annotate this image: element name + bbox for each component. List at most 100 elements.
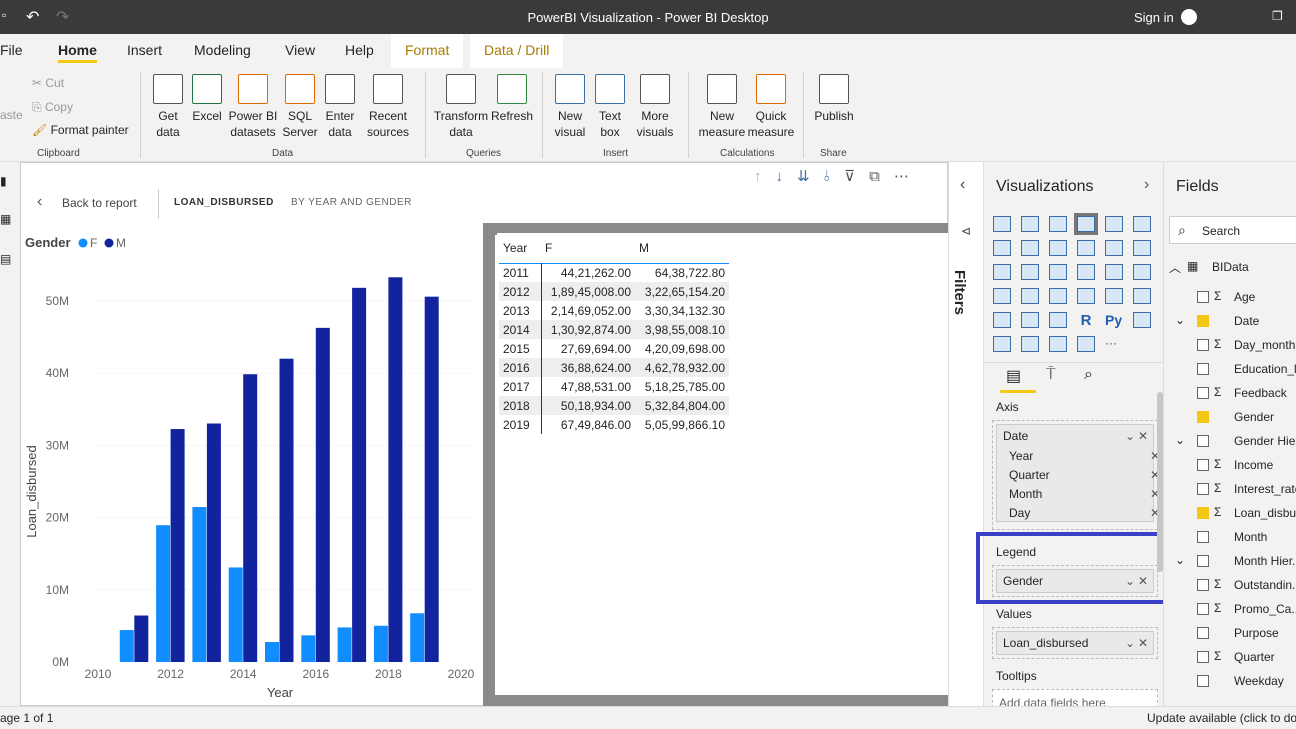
axis-subfield[interactable]: Day ✕ [1009,504,1160,523]
analytics-icon[interactable]: ⌕ [1084,366,1093,384]
filters-pane-collapsed[interactable]: ‹ ⊲ Filters [948,162,983,706]
area-icon[interactable] [1021,240,1039,256]
back-arrow-icon[interactable]: ‹ [37,193,42,211]
field-item[interactable]: ΣLoan_disbu... [1164,502,1296,526]
field-checkbox[interactable] [1197,411,1209,423]
slicer-icon[interactable] [993,312,1011,328]
stacked-bar-icon[interactable] [993,216,1011,232]
matrix-icon[interactable] [1049,312,1067,328]
field-checkbox[interactable] [1197,315,1209,327]
values-field-loan-disbursed[interactable]: Loan_disbursed ⌄ ✕ [996,631,1154,655]
tab-data-drill[interactable]: Data / Drill [470,34,564,68]
chevron-right-icon[interactable]: › [1144,176,1149,194]
transform-data-button[interactable]: Transform data [432,74,490,140]
drill-up-icon[interactable]: ↑ [754,168,776,185]
line-icon[interactable] [993,240,1011,256]
waterfall-icon[interactable] [993,264,1011,280]
chevron-down-icon[interactable]: ⌄ [1125,570,1135,592]
100-column-icon[interactable] [1133,216,1151,232]
field-item[interactable]: Σ Day_month [1164,334,1296,358]
line-clustered-icon[interactable] [1105,240,1123,256]
pie-icon[interactable] [1077,264,1095,280]
field-checkbox[interactable] [1197,555,1209,567]
column-header-f[interactable]: F [541,233,635,263]
field-checkbox[interactable] [1197,459,1209,471]
field-checkbox[interactable] [1197,651,1209,663]
report-view-icon[interactable]: ▮ [0,174,7,188]
legend-field-gender[interactable]: Gender ⌄ ✕ [996,569,1154,593]
chevron-up-icon[interactable]: ︿ [1169,259,1181,276]
more-icon[interactable]: ··· [1105,336,1123,352]
axis-field-date[interactable]: Date ⌄ ✕ Year ✕ Quarter ✕ Month ✕ Day ✕ [996,424,1160,522]
tab-file[interactable]: File [0,42,23,58]
field-checkbox[interactable] [1197,627,1209,639]
column-header-m[interactable]: M [635,233,729,263]
new-measure-button[interactable]: New measure [698,74,746,140]
ribbon-icon[interactable] [1133,240,1151,256]
cut-button[interactable]: ✂ Cut [32,76,64,90]
legend-well[interactable]: Gender ⌄ ✕ [992,565,1158,597]
refresh-button[interactable]: Refresh [490,74,534,124]
python-visual-icon[interactable]: Py [1105,312,1123,328]
card-icon[interactable] [1077,288,1095,304]
field-checkbox[interactable] [1197,435,1209,447]
field-checkbox[interactable] [1197,291,1209,303]
back-to-report-button[interactable]: Back to report [62,196,137,210]
field-item[interactable]: Σ Interest_rate [1164,478,1296,502]
power-bi-datasets-button[interactable]: Power BI datasets [227,74,279,140]
expand-all-icon[interactable]: ⫰ [824,168,845,185]
field-item[interactable]: Σ Age [1164,286,1296,310]
field-item[interactable]: Σ Promo_Ca... [1164,598,1296,622]
tab-insert[interactable]: Insert [127,42,162,58]
field-table-bidata[interactable]: ︿ ▦ BIData [1164,256,1296,280]
arcgis-icon[interactable] [1049,336,1067,352]
copy-button[interactable]: ⎘ Copy [32,100,73,115]
map-icon[interactable] [993,288,1011,304]
filled-map-icon[interactable] [1021,288,1039,304]
clustered-bar-icon[interactable] [1049,216,1067,232]
sign-in-button[interactable]: Sign in [1134,10,1174,25]
chevron-down-icon[interactable]: ⌄ [1125,425,1135,447]
paginated-icon[interactable] [1077,336,1095,352]
publish-button[interactable]: Publish [812,74,856,124]
gauge-icon[interactable] [1049,288,1067,304]
field-item[interactable]: Education_l... [1164,358,1296,382]
field-checkbox[interactable] [1197,579,1209,591]
chevron-down-icon[interactable]: ⌄ [1175,313,1185,327]
treemap-icon[interactable] [1133,264,1151,280]
field-checkbox[interactable] [1197,387,1209,399]
drill-down-icon[interactable]: ↓ [776,168,798,185]
stacked-area-icon[interactable] [1049,240,1067,256]
qa-icon[interactable] [1021,336,1039,352]
r-visual-icon[interactable]: R [1077,312,1095,329]
field-item[interactable]: ⌄ Date [1164,310,1296,334]
chevron-down-icon[interactable]: ⌄ [1175,553,1185,567]
data-view-icon[interactable]: ▦ [0,212,11,226]
paste-button[interactable]: aste [0,108,23,122]
remove-icon[interactable]: ✕ [1138,632,1148,654]
enter-data-button[interactable]: Enter data [322,74,358,140]
chevron-left-icon[interactable]: ‹ [960,176,965,194]
avatar[interactable] [1181,9,1197,25]
field-item[interactable]: Σ Outstandin... [1164,574,1296,598]
field-checkbox[interactable] [1197,603,1209,615]
field-item[interactable]: Month [1164,526,1296,550]
quick-measure-button[interactable]: Quick measure [746,74,796,140]
table-icon[interactable] [1021,312,1039,328]
chevron-down-icon[interactable]: ⌄ [1175,433,1185,447]
field-item[interactable]: Weekday [1164,670,1296,694]
field-item[interactable]: ⌄Gender Hie... [1164,430,1296,454]
filter-icon[interactable]: ⊽ [844,168,869,185]
tab-modeling[interactable]: Modeling [194,42,251,58]
tab-view[interactable]: View [285,42,315,58]
more-options-icon[interactable]: ⋯ [894,168,923,185]
funnel-icon[interactable] [1021,264,1039,280]
restore-icon[interactable]: ❐ [1272,9,1283,23]
multi-row-card-icon[interactable] [1105,288,1123,304]
field-checkbox[interactable] [1197,339,1209,351]
sql-server-button[interactable]: SQL Server [282,74,318,140]
field-item[interactable]: ⌄ Month Hier... [1164,550,1296,574]
donut-icon[interactable] [1105,264,1123,280]
format-roller-icon[interactable]: ⍑ [1046,366,1056,384]
100-bar-icon[interactable] [1105,216,1123,232]
